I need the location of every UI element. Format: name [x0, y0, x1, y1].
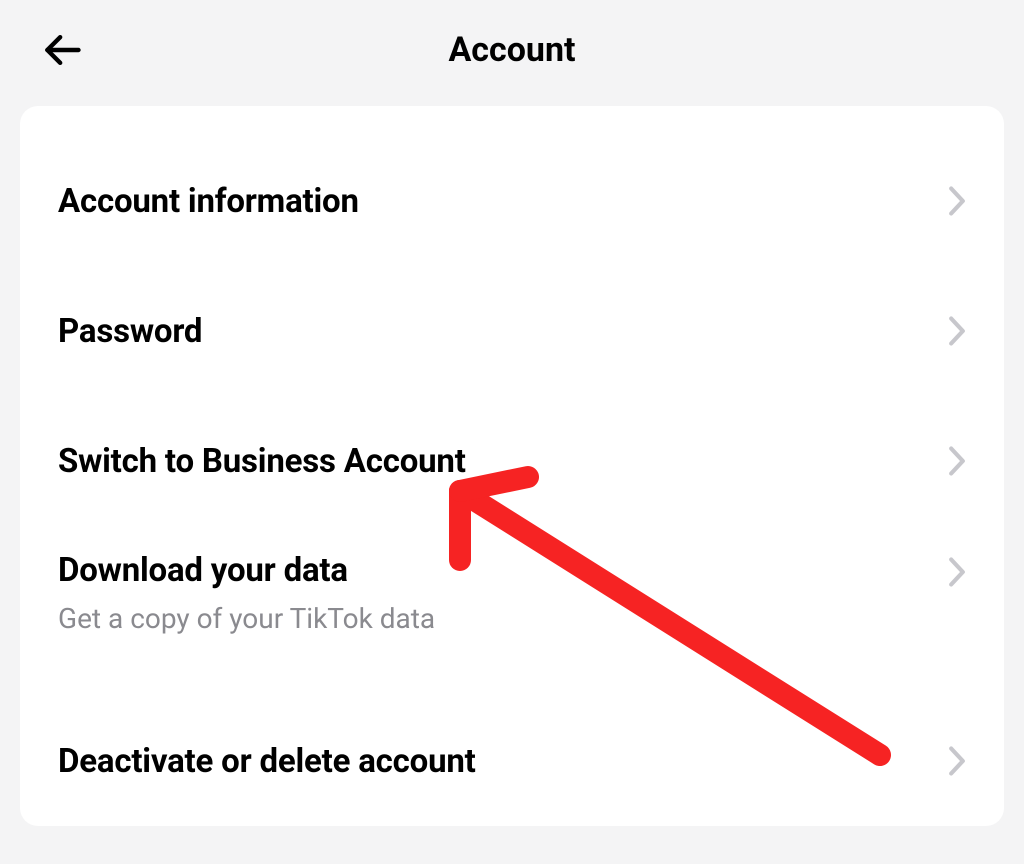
- menu-item-text: Download your data Get a copy of your Ti…: [58, 551, 435, 635]
- menu-item-text: Deactivate or delete account: [58, 742, 476, 781]
- chevron-right-icon: [948, 551, 966, 587]
- menu-item-switch-business[interactable]: Switch to Business Account: [20, 396, 1004, 526]
- menu-item-text: Switch to Business Account: [58, 442, 466, 481]
- menu-item-label: Deactivate or delete account: [58, 742, 476, 781]
- chevron-right-icon: [948, 746, 966, 776]
- settings-card: Account information Password Switch to B…: [20, 106, 1004, 826]
- menu-item-text: Account information: [58, 182, 359, 221]
- menu-item-label: Download your data: [58, 551, 435, 590]
- menu-item-text: Password: [58, 312, 202, 351]
- menu-item-password[interactable]: Password: [20, 266, 1004, 396]
- page-title: Account: [448, 30, 575, 70]
- back-button[interactable]: [40, 28, 84, 72]
- menu-item-deactivate-delete[interactable]: Deactivate or delete account: [20, 696, 1004, 826]
- menu-item-sublabel: Get a copy of your TikTok data: [58, 602, 435, 635]
- menu-item-label: Switch to Business Account: [58, 442, 466, 481]
- chevron-right-icon: [948, 316, 966, 346]
- menu-item-label: Account information: [58, 182, 359, 221]
- chevron-right-icon: [948, 446, 966, 476]
- menu-item-download-data[interactable]: Download your data Get a copy of your Ti…: [20, 526, 1004, 696]
- page-header: Account: [0, 0, 1024, 100]
- arrow-left-icon: [40, 28, 84, 72]
- chevron-right-icon: [948, 186, 966, 216]
- menu-item-label: Password: [58, 312, 202, 351]
- menu-item-account-information[interactable]: Account information: [20, 136, 1004, 266]
